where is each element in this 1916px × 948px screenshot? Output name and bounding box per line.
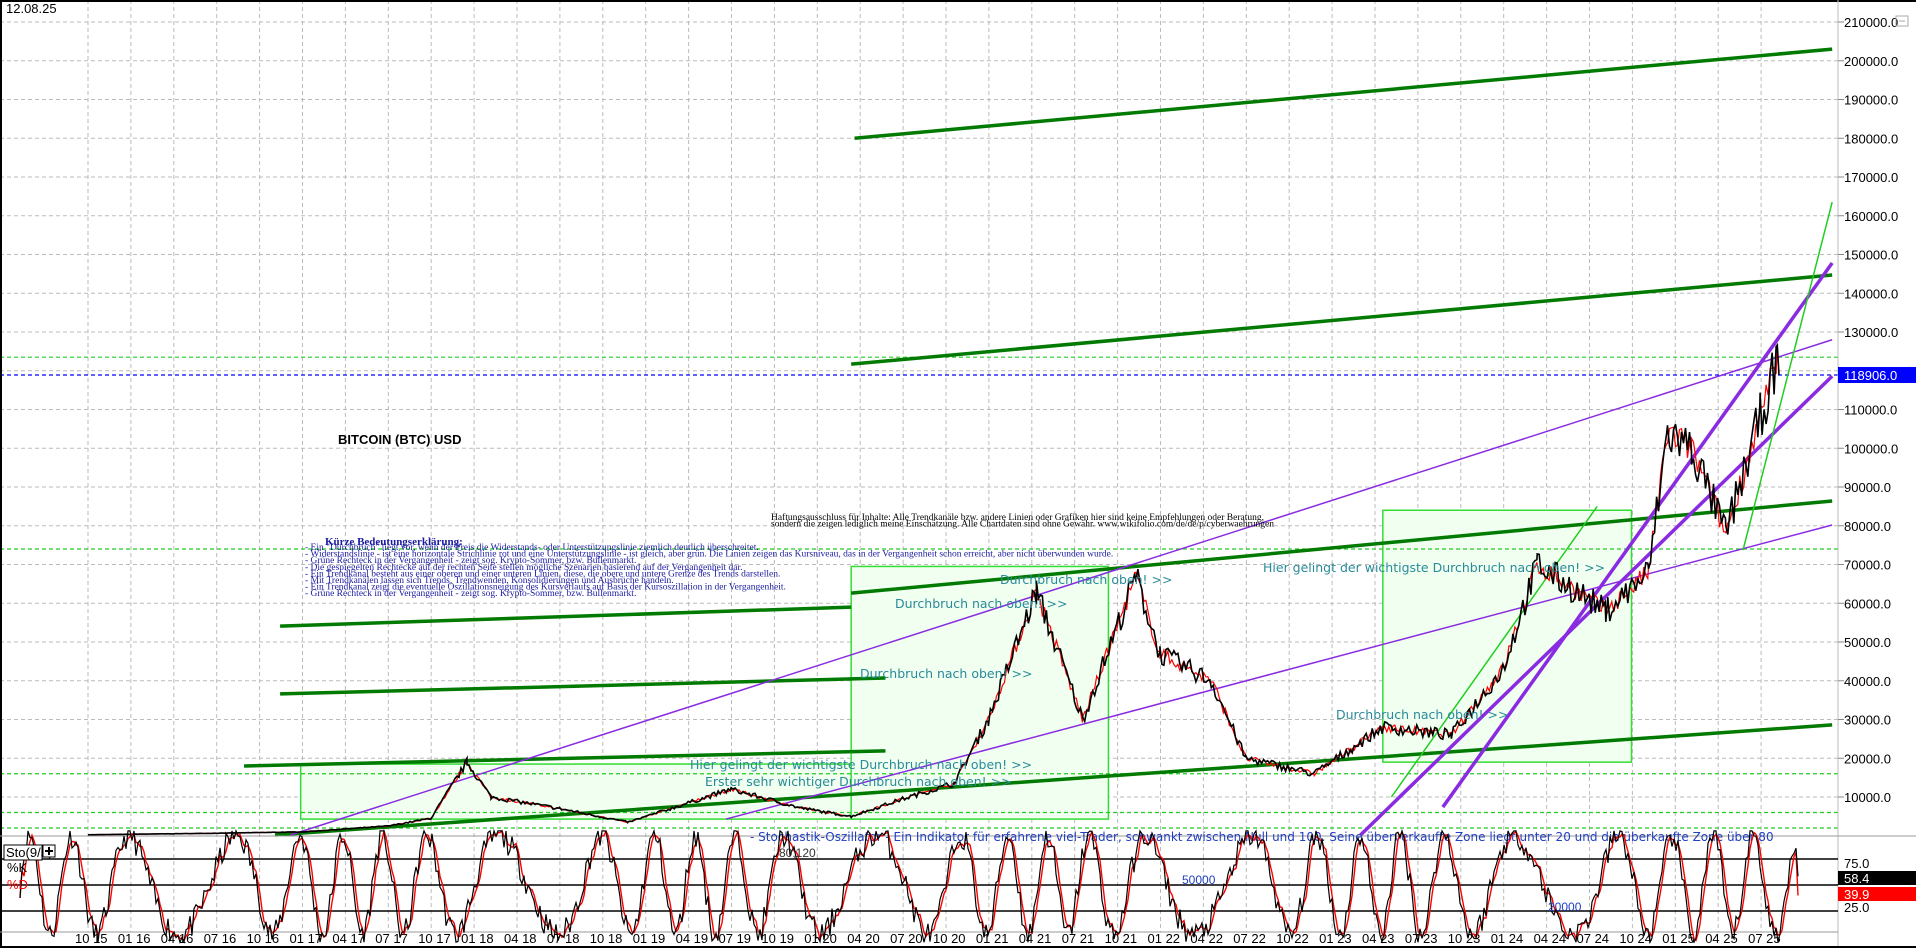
y-tick-label: 170000.0 [1844,170,1898,185]
x-tick-label: 01 21 [976,931,1009,946]
y-tick-label: 140000.0 [1844,286,1898,301]
y-tick-label: 30000.0 [1844,713,1891,728]
x-tick-label: 10 15 [75,931,108,946]
last-price-label: 118906.0 [1844,368,1897,383]
y-tick-label: 160000.0 [1844,209,1898,224]
x-tick-label: 01 17 [290,931,323,946]
d-label: %D [7,877,28,892]
y-tick-label: 150000.0 [1844,248,1898,263]
disclaimer: Haftungsausschluss für Inhalte: Alle Tre… [771,512,1274,530]
x-tick-label: 01 24 [1491,931,1524,946]
x-tick-label: 04 19 [676,931,709,946]
x-tick-label: 04 22 [1190,931,1223,946]
x-tick-label: 01 19 [633,931,666,946]
annotation-key-breakout: Hier gelingt der wichtigste Durchbruch n… [1263,560,1605,575]
x-tick-label: 04 25 [1705,931,1738,946]
bull-market-rectangle [1382,509,1633,763]
chart-title: BITCOIN (BTC) USD [338,432,462,447]
stoch-level-25: 25.0 [1844,900,1869,915]
y-tick-label: 200000.0 [1844,54,1898,69]
stoch-annotation: 80,120 [779,846,816,860]
y-tick-label: 60000.0 [1844,596,1891,611]
x-tick-label: 07 25 [1748,931,1781,946]
x-tick-label: 10 18 [590,931,623,946]
annotation-key-breakout: Hier gelingt der wichtigste Durchbruch n… [690,757,1032,772]
x-tick-label: 04 18 [504,931,537,946]
x-tick-label: 04 23 [1362,931,1395,946]
annotation-breakout: Durchbruch nach oben! >> [1000,572,1172,587]
y-tick-label: 10000.0 [1844,790,1891,805]
x-tick-label: 07 16 [204,931,237,946]
x-tick-label: 01 18 [461,931,494,946]
annotation-breakout: Durchbruch nach oben! >> [860,666,1032,681]
x-tick-label: 04 21 [1019,931,1052,946]
x-tick-label: 07 20 [890,931,923,946]
x-tick-label: 04 20 [847,931,880,946]
stoch-annotation: 20000 [1548,900,1582,914]
y-tick-label: 110000.0 [1844,403,1897,418]
stoch-level-75: 75.0 [1844,856,1869,871]
y-tick-label: 180000.0 [1844,131,1898,146]
y-tick-label: 70000.0 [1844,558,1891,573]
x-tick-label: 10 21 [1105,931,1138,946]
k-value: 58.4 [1844,871,1869,886]
stoch-annotation: 50000 [1182,873,1216,887]
chart-date: 12.08.25 [6,1,57,16]
disclaimer-line: sondern die zeigen lediglich meine Einsc… [771,519,1274,530]
x-tick-label: 04 24 [1534,931,1567,946]
annotation-breakout: Durchbruch nach oben! >> [1336,707,1508,722]
x-tick-label: 07 21 [1062,931,1095,946]
annotation-first-breakout: Erster sehr wichtiger Durchbruch nach ob… [705,774,1012,789]
y-tick-label: 100000.0 [1844,441,1898,456]
annotation-breakout: Durchbruch nach oben! >> [895,596,1067,611]
y-tick-label: 130000.0 [1844,325,1898,340]
x-tick-label: 10 22 [1276,931,1309,946]
x-tick-label: 07 19 [719,931,752,946]
k-label: %K [7,860,28,875]
price-axis: 10000.0 20000.0 30000.0 40000.0 50000.0 60000… [1838,15,1898,805]
x-tick-label: 10 24 [1619,931,1652,946]
x-tick-label: 10 17 [418,931,451,946]
y-tick-label: 210000.0 [1844,15,1898,30]
y-tick-label: 20000.0 [1844,751,1891,766]
x-tick-label: 01 16 [118,931,151,946]
x-tick-label: 10 20 [933,931,966,946]
y-tick-label: 40000.0 [1844,674,1891,689]
x-tick-label: 10 19 [761,931,794,946]
legend-line: - Grüne Rechteck in der Vergangenheit - … [305,589,636,599]
x-tick-label: 07 22 [1233,931,1266,946]
x-tick-label: 01 22 [1148,931,1181,946]
y-tick-label: 50000.0 [1844,635,1891,650]
x-tick-label: 10 16 [247,931,280,946]
y-tick-label: 80000.0 [1844,519,1891,534]
x-tick-label: 07 24 [1577,931,1610,946]
y-tick-label: 190000.0 [1844,93,1898,108]
btc-chart[interactable]: 10000.0 20000.0 30000.0 40000.0 50000.0 60000… [0,0,1916,948]
y-tick-label: 90000.0 [1844,480,1891,495]
